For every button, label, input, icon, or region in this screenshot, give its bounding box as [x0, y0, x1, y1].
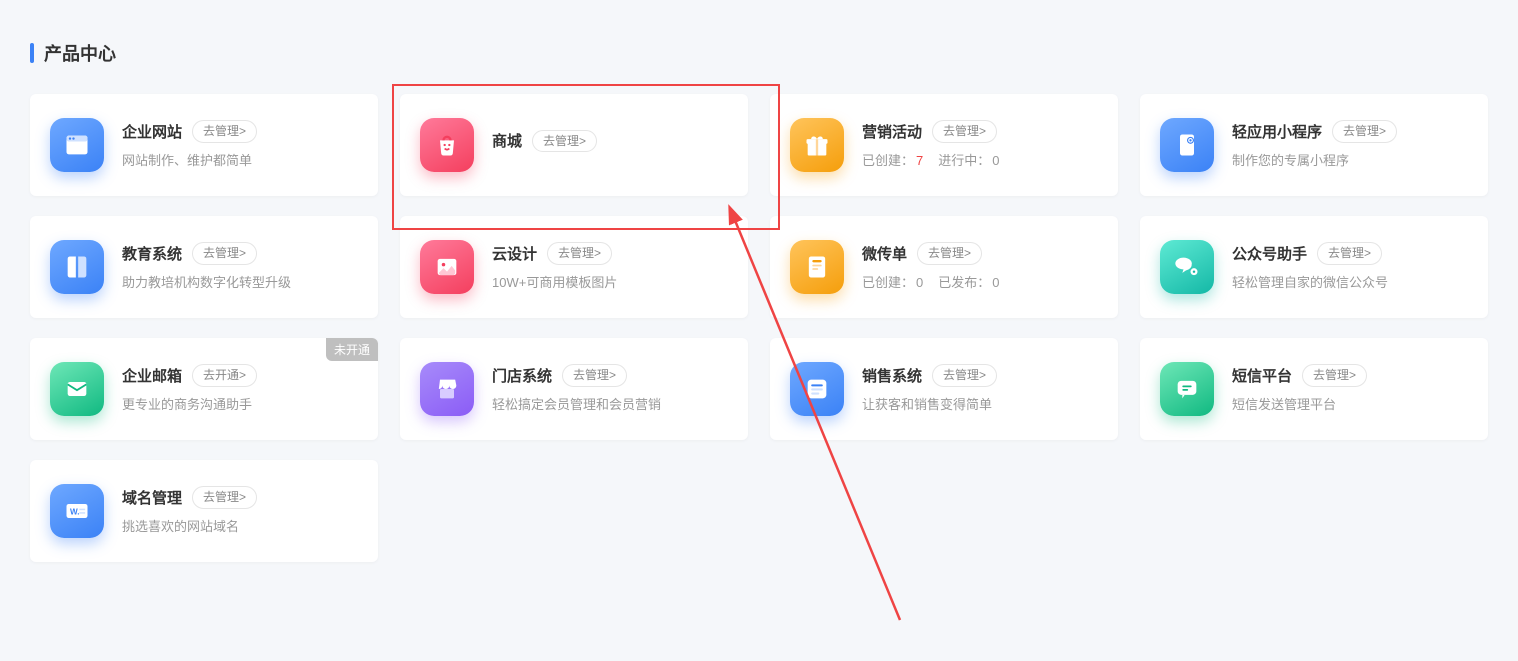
card-body: 域名管理去管理> 挑选喜欢的网站域名	[122, 486, 358, 536]
card-body: 轻应用小程序去管理> 制作您的专属小程序	[1232, 120, 1468, 170]
card-title: 轻应用小程序	[1232, 121, 1322, 142]
card-title: 营销活动	[862, 121, 922, 142]
manage-button[interactable]: 去管理>	[192, 120, 257, 143]
card-title: 短信平台	[1232, 365, 1292, 386]
manage-button[interactable]: 去管理>	[1332, 120, 1397, 143]
card-head: 企业邮箱去开通>	[122, 364, 358, 387]
card-head: 微传单去管理>	[862, 242, 1098, 265]
card-body: 公众号助手去管理> 轻松管理自家的微信公众号	[1232, 242, 1468, 292]
product-card[interactable]: 营销活动去管理> 已创建：7 进行中：0	[770, 94, 1118, 196]
section-accent-bar	[30, 43, 34, 63]
card-head: 公众号助手去管理>	[1232, 242, 1468, 265]
card-title: 域名管理	[122, 487, 182, 508]
card-title: 企业邮箱	[122, 365, 182, 386]
card-subtitle: 网站制作、维护都简单	[122, 151, 358, 171]
manage-button[interactable]: 去管理>	[192, 486, 257, 509]
miniapp-icon	[1160, 118, 1214, 172]
svg-text:W.: W.	[70, 508, 80, 517]
card-title: 企业网站	[122, 121, 182, 142]
manage-button[interactable]: 去管理>	[932, 120, 997, 143]
product-card[interactable]: 门店系统去管理> 轻松搞定会员管理和会员营销	[400, 338, 748, 440]
wechat-icon	[1160, 240, 1214, 294]
image-icon	[420, 240, 474, 294]
card-title: 教育系统	[122, 243, 182, 264]
card-subtitle: 更专业的商务沟通助手	[122, 395, 358, 415]
card-head: 教育系统去管理>	[122, 242, 358, 265]
product-card[interactable]: 未开通企业邮箱去开通> 更专业的商务沟通助手	[30, 338, 378, 440]
card-body: 云设计去管理> 10W+可商用模板图片	[492, 242, 728, 292]
card-head: 域名管理去管理>	[122, 486, 358, 509]
card-head: 短信平台去管理>	[1232, 364, 1468, 387]
product-card[interactable]: 轻应用小程序去管理> 制作您的专属小程序	[1140, 94, 1488, 196]
card-head: 销售系统去管理>	[862, 364, 1098, 387]
card-body: 营销活动去管理> 已创建：7 进行中：0	[862, 120, 1098, 170]
product-card[interactable]: W. 域名管理去管理> 挑选喜欢的网站域名	[30, 460, 378, 562]
card-subtitle: 短信发送管理平台	[1232, 395, 1468, 415]
inactive-badge: 未开通	[326, 338, 378, 361]
activate-button[interactable]: 去开通>	[192, 364, 257, 387]
card-body: 销售系统去管理> 让获客和销售变得简单	[862, 364, 1098, 414]
book-icon	[50, 240, 104, 294]
product-card[interactable]: 公众号助手去管理> 轻松管理自家的微信公众号	[1140, 216, 1488, 318]
card-subtitle: 10W+可商用模板图片	[492, 273, 728, 293]
card-body: 商城去管理>	[492, 130, 728, 161]
domain-icon: W.	[50, 484, 104, 538]
card-title: 商城	[492, 130, 522, 151]
card-head: 企业网站去管理>	[122, 120, 358, 143]
card-head: 商城去管理>	[492, 130, 728, 153]
product-card[interactable]: 商城去管理>	[400, 94, 748, 196]
product-card[interactable]: 企业网站去管理> 网站制作、维护都简单	[30, 94, 378, 196]
card-subtitle: 已创建：0 已发布：0	[862, 273, 1098, 293]
card-title: 公众号助手	[1232, 243, 1307, 264]
manage-button[interactable]: 去管理>	[917, 242, 982, 265]
product-card[interactable]: 销售系统去管理> 让获客和销售变得简单	[770, 338, 1118, 440]
card-subtitle: 已创建：7 进行中：0	[862, 151, 1098, 171]
list-icon	[790, 362, 844, 416]
flyer-icon	[790, 240, 844, 294]
card-body: 企业网站去管理> 网站制作、维护都简单	[122, 120, 358, 170]
card-body: 短信平台去管理> 短信发送管理平台	[1232, 364, 1468, 414]
card-body: 微传单去管理> 已创建：0 已发布：0	[862, 242, 1098, 292]
manage-button[interactable]: 去管理>	[547, 242, 612, 265]
card-title: 销售系统	[862, 365, 922, 386]
product-grid: 企业网站去管理>网站制作、维护都简单商城去管理>营销活动去管理>已创建：7 进行…	[30, 94, 1488, 562]
product-card[interactable]: 云设计去管理> 10W+可商用模板图片	[400, 216, 748, 318]
manage-button[interactable]: 去管理>	[562, 364, 627, 387]
store-icon	[420, 362, 474, 416]
card-subtitle: 制作您的专属小程序	[1232, 151, 1468, 171]
card-head: 营销活动去管理>	[862, 120, 1098, 143]
card-title: 门店系统	[492, 365, 552, 386]
bag-icon	[420, 118, 474, 172]
card-subtitle: 轻松搞定会员管理和会员营销	[492, 395, 728, 415]
card-subtitle: 挑选喜欢的网站域名	[122, 517, 358, 537]
card-head: 门店系统去管理>	[492, 364, 728, 387]
card-head: 轻应用小程序去管理>	[1232, 120, 1468, 143]
mail-icon	[50, 362, 104, 416]
card-title: 云设计	[492, 243, 537, 264]
card-body: 企业邮箱去开通> 更专业的商务沟通助手	[122, 364, 358, 414]
card-body: 门店系统去管理> 轻松搞定会员管理和会员营销	[492, 364, 728, 414]
card-subtitle: 让获客和销售变得简单	[862, 395, 1098, 415]
manage-button[interactable]: 去管理>	[932, 364, 997, 387]
layout-icon	[50, 118, 104, 172]
manage-button[interactable]: 去管理>	[1302, 364, 1367, 387]
message-icon	[1160, 362, 1214, 416]
manage-button[interactable]: 去管理>	[1317, 242, 1382, 265]
product-card[interactable]: 短信平台去管理> 短信发送管理平台	[1140, 338, 1488, 440]
card-head: 云设计去管理>	[492, 242, 728, 265]
card-title: 微传单	[862, 243, 907, 264]
product-card[interactable]: 微传单去管理> 已创建：0 已发布：0	[770, 216, 1118, 318]
product-card[interactable]: 教育系统去管理> 助力教培机构数字化转型升级	[30, 216, 378, 318]
gift-icon	[790, 118, 844, 172]
card-subtitle: 轻松管理自家的微信公众号	[1232, 273, 1468, 293]
manage-button[interactable]: 去管理>	[532, 130, 597, 153]
card-body: 教育系统去管理> 助力教培机构数字化转型升级	[122, 242, 358, 292]
card-subtitle: 助力教培机构数字化转型升级	[122, 273, 358, 293]
section-title: 产品中心	[44, 40, 116, 66]
section-header: 产品中心	[30, 40, 1488, 66]
manage-button[interactable]: 去管理>	[192, 242, 257, 265]
